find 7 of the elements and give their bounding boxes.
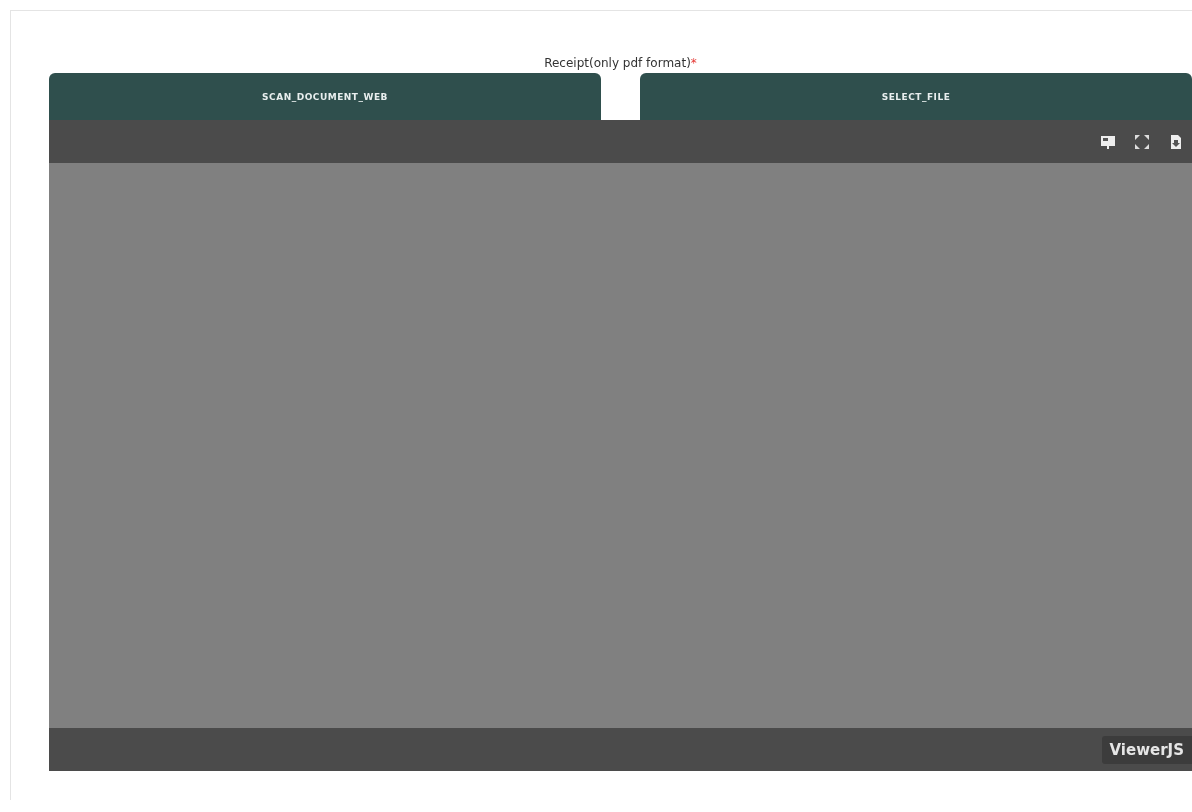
fullscreen-icon[interactable]	[1134, 133, 1150, 150]
viewer-badge: ViewerJS	[1101, 735, 1192, 764]
presentation-icon[interactable]	[1100, 133, 1116, 150]
field-label: Receipt(only pdf format)*	[543, 55, 698, 72]
download-icon[interactable]	[1168, 133, 1184, 150]
action-button[interactable]: SCAN_DOCUMENT_WEB	[49, 73, 601, 120]
action-button[interactable]: SELECT_FILE	[640, 73, 1192, 120]
